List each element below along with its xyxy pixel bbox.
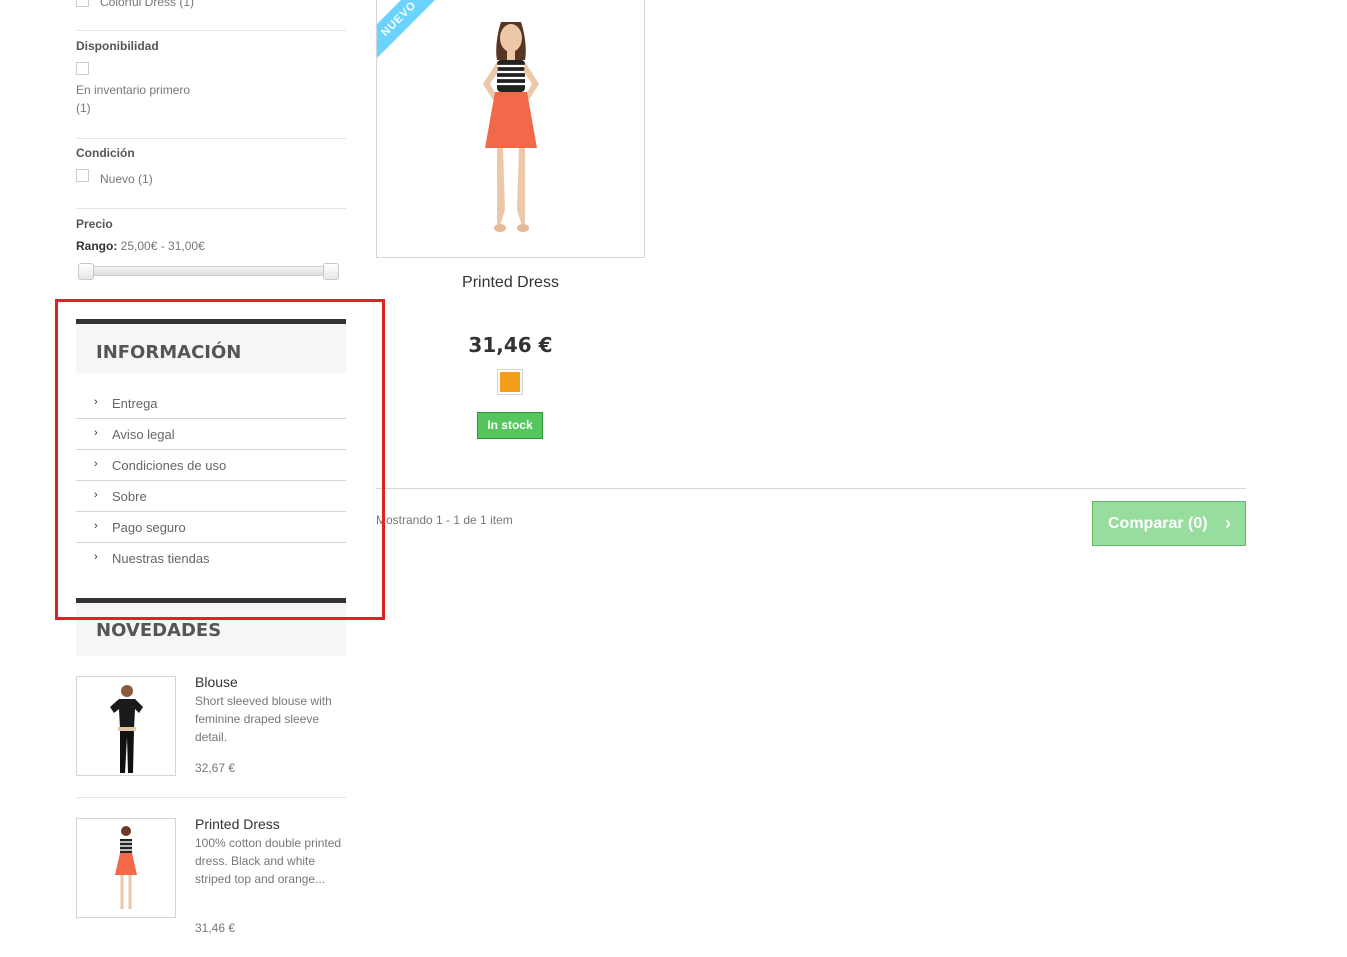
chevron-right-icon: ›: [94, 520, 98, 532]
in-stock-badge: In stock: [477, 412, 543, 439]
new-product-name-blouse[interactable]: Blouse: [195, 674, 238, 690]
printed-dress-thumbnail[interactable]: [76, 818, 176, 918]
new-product-description: Short sleeved blouse with feminine drape…: [195, 694, 332, 744]
in-stock-first-count: (1): [76, 101, 91, 115]
compare-button-label: Comparar (0): [1108, 515, 1208, 532]
color-swatch-orange[interactable]: [497, 369, 523, 395]
in-stock-first-label: En inventario primero: [76, 83, 191, 97]
colorful-dress-filter-label: Colorful Dress (1): [100, 0, 195, 9]
info-link-label: Pago seguro: [112, 520, 186, 535]
blouse-thumbnail[interactable]: [76, 676, 176, 776]
printed-dress-model-image: [115, 826, 137, 909]
price-range-text: Rango: 25,00€ - 31,00€: [76, 239, 205, 253]
availability-filter-title: Disponibilidad: [76, 39, 159, 53]
chevron-right-icon: ›: [94, 396, 98, 408]
info-link-condiciones-de-uso[interactable]: › Condiciones de uso: [76, 450, 346, 481]
info-link-entrega[interactable]: › Entrega: [76, 388, 346, 419]
price-range-value: 25,00€ - 31,00€: [120, 239, 205, 253]
information-block-title: INFORMACIÓN: [96, 342, 242, 363]
info-link-label: Entrega: [112, 396, 158, 411]
divider: [76, 138, 346, 139]
divider: [76, 797, 346, 798]
compare-button[interactable]: Comparar (0) ›: [1092, 501, 1246, 546]
chevron-right-icon: ›: [1225, 513, 1231, 533]
colorful-dress-checkbox[interactable]: [76, 0, 89, 7]
info-link-label: Nuestras tiendas: [112, 551, 210, 566]
pagination-summary: Mostrando 1 - 1 de 1 item: [376, 513, 513, 527]
new-products-block-header: NOVEDADES: [76, 598, 346, 656]
condition-filter-title: Condición: [76, 146, 135, 160]
price-slider-min-handle[interactable]: [78, 263, 94, 280]
printed-dress-model-image: [483, 22, 539, 232]
info-link-label: Sobre: [112, 489, 147, 504]
chevron-right-icon: ›: [94, 427, 98, 439]
info-link-aviso-legal[interactable]: › Aviso legal: [76, 419, 346, 450]
info-link-label: Condiciones de uso: [112, 458, 227, 473]
info-link-label: Aviso legal: [112, 427, 175, 442]
condition-new-checkbox[interactable]: [76, 169, 89, 182]
product-list-divider: [376, 488, 1246, 489]
new-product-name-printed-dress[interactable]: Printed Dress: [195, 816, 280, 832]
chevron-right-icon: ›: [94, 458, 98, 470]
new-product-description: 100% cotton double printed dress. Black …: [195, 836, 342, 886]
blouse-model-image: [110, 685, 143, 773]
divider: [76, 208, 346, 209]
info-link-sobre[interactable]: › Sobre: [76, 481, 346, 512]
condition-new-label: Nuevo (1): [100, 172, 153, 186]
chevron-right-icon: ›: [94, 489, 98, 501]
info-link-pago-seguro[interactable]: › Pago seguro: [76, 512, 346, 543]
product-image-link[interactable]: NUEVO: [376, 0, 645, 258]
chevron-right-icon: ›: [94, 551, 98, 563]
information-block-header: INFORMACIÓN: [76, 319, 346, 373]
in-stock-first-checkbox[interactable]: [76, 62, 89, 75]
info-link-nuestras-tiendas[interactable]: › Nuestras tiendas: [76, 543, 346, 573]
price-slider-track[interactable]: [82, 266, 336, 276]
new-product-price: 32,67 €: [195, 761, 236, 775]
color-swatch-fill: [500, 372, 520, 392]
new-products-block-title: NOVEDADES: [96, 620, 222, 641]
price-slider-max-handle[interactable]: [323, 263, 339, 280]
new-product-price: 31,46 €: [195, 921, 236, 935]
divider: [76, 30, 346, 31]
product-price: 31,46 €: [468, 333, 553, 357]
price-range-label: Rango:: [76, 239, 118, 253]
price-filter-title: Precio: [76, 217, 113, 231]
information-links-list: › Entrega › Aviso legal › Condiciones de us…: [76, 388, 346, 573]
product-name-link[interactable]: Printed Dress: [376, 274, 645, 292]
